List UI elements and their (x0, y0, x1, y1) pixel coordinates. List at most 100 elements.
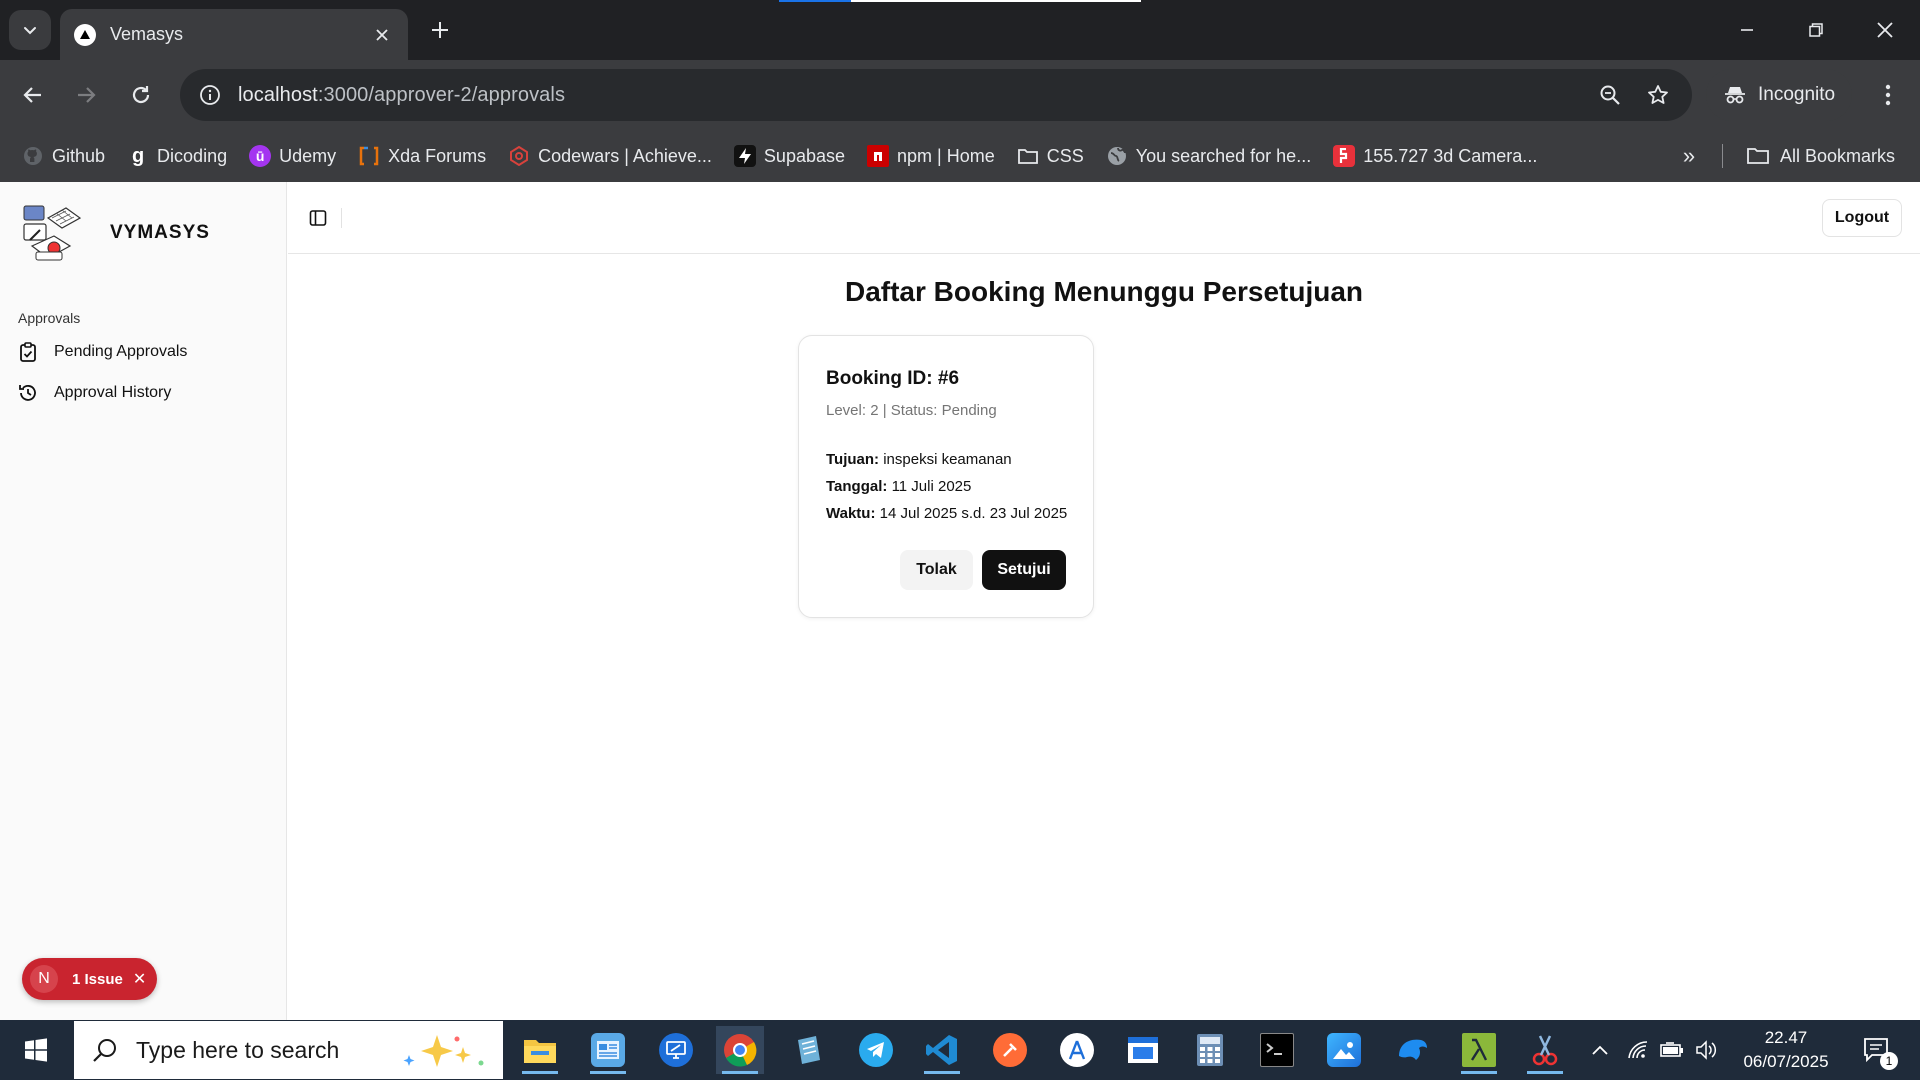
show-hidden-icons-button[interactable] (1588, 1020, 1612, 1080)
taskbar-chrome[interactable] (716, 1026, 764, 1074)
booking-id: Booking ID: #6 (826, 368, 960, 389)
close-icon[interactable]: ✕ (133, 969, 146, 989)
github-icon (22, 145, 44, 167)
taskbar-clock[interactable]: 22.47 06/07/2025 (1736, 1026, 1836, 1074)
tab-close-icon[interactable] (370, 23, 394, 47)
incognito-indicator[interactable]: Incognito (1706, 69, 1852, 121)
sidebar-item-pending-approvals[interactable]: Pending Approvals (8, 334, 278, 370)
approve-button[interactable]: Setujui (982, 550, 1066, 590)
loading-progress-bar (779, 0, 1141, 2)
active-indicator (590, 1071, 626, 1074)
file-explorer-icon (523, 1033, 557, 1067)
restore-button[interactable] (1794, 12, 1838, 48)
taskbar-lambda-app[interactable] (1455, 1026, 1503, 1074)
taskbar-remote-desktop[interactable] (652, 1026, 700, 1074)
nextjs-issue-badge[interactable]: N 1 Issue ✕ (22, 958, 157, 1000)
windows-taskbar: Type here to search 22.47 06/07/2025 1 (0, 1020, 1920, 1080)
speaker-icon (1696, 1040, 1717, 1060)
bookmark-codewars[interactable]: Codewars | Achieve... (500, 138, 720, 174)
tab-search-button[interactable] (9, 10, 51, 50)
logout-button[interactable]: Logout (1822, 199, 1902, 237)
volume-control[interactable] (1692, 1020, 1720, 1080)
bookmark-npm[interactable]: npm | Home (859, 138, 1003, 174)
bookmark-label: Xda Forums (388, 145, 487, 166)
more-bookmarks-chevron-icon[interactable]: » (1674, 138, 1704, 174)
taskbar-terminal[interactable] (1253, 1026, 1301, 1074)
dolphin-icon (1395, 1033, 1429, 1067)
taskbar-file-explorer[interactable] (516, 1026, 564, 1074)
photos-icon (1327, 1033, 1361, 1067)
chevron-up-icon (1592, 1045, 1608, 1055)
taskbar-calculator[interactable] (1186, 1026, 1234, 1074)
date-label: Tanggal: (826, 478, 888, 495)
address-bar[interactable]: localhost:3000/approver-2/approvals (180, 69, 1692, 121)
sidebar-toggle-button[interactable] (304, 204, 332, 232)
bookmark-github[interactable]: Github (14, 138, 113, 174)
clock-time: 22.47 (1764, 1028, 1808, 1047)
taskbar-photos[interactable] (1320, 1026, 1368, 1074)
taskbar-postman[interactable] (986, 1026, 1034, 1074)
taskbar-search-box[interactable]: Type here to search (74, 1021, 503, 1079)
all-bookmarks-button[interactable]: All Bookmarks (1746, 138, 1895, 174)
zoom-icon[interactable] (1590, 75, 1630, 115)
site-info-icon[interactable] (194, 79, 226, 111)
bookmark-star-icon[interactable] (1638, 75, 1678, 115)
bookmark-label: You searched for he... (1135, 145, 1312, 166)
minimize-button[interactable] (1725, 12, 1769, 48)
taskbar-vscode[interactable] (918, 1026, 966, 1074)
taskbar-notepad[interactable] (784, 1026, 832, 1074)
taskbar-mysql-workbench[interactable] (1388, 1026, 1436, 1074)
battery-status[interactable] (1658, 1020, 1686, 1080)
incognito-icon (1725, 87, 1745, 104)
app-topbar: Logout (288, 182, 1920, 254)
calculator-icon (1193, 1033, 1227, 1067)
tab-vemasys[interactable]: Vemasys (60, 9, 408, 60)
windows-logo-icon (25, 1038, 47, 1062)
new-tab-button[interactable] (425, 15, 455, 45)
scissors-icon (1528, 1033, 1562, 1067)
booking-meta: Level: 2 | Status: Pending (826, 402, 997, 419)
brand-name: VYMASYS (110, 222, 210, 243)
taskbar-snipping-tool[interactable] (1521, 1026, 1569, 1074)
clipboard-check-icon (18, 342, 38, 362)
taskbar-dev-app[interactable] (1053, 1026, 1101, 1074)
npm-icon (867, 145, 889, 167)
close-window-button[interactable] (1863, 12, 1907, 48)
sidebar-item-approval-history[interactable]: Approval History (8, 375, 278, 411)
reject-button[interactable]: Tolak (900, 550, 973, 590)
bookmark-3d-camera[interactable]: 155.727 3d Camera... (1325, 138, 1545, 174)
time-label: Waktu: (826, 505, 876, 522)
taskbar-control-panel[interactable] (584, 1026, 632, 1074)
brand[interactable]: VYMASYS (18, 200, 210, 266)
history-icon (18, 383, 38, 403)
bookmark-supabase[interactable]: Supabase (726, 138, 853, 174)
taskbar-telegram[interactable] (852, 1026, 900, 1074)
vscode-icon (925, 1033, 959, 1067)
url-path: :3000/approver-2/approvals (317, 83, 566, 106)
forward-button[interactable] (66, 75, 106, 115)
browser-tabstrip: Vemasys (0, 0, 1920, 60)
bookmark-label: npm | Home (897, 145, 995, 166)
browser-menu-button[interactable] (1870, 75, 1906, 115)
arrow-right-icon (78, 87, 96, 103)
topbar-divider (341, 208, 342, 228)
taskbar-window-app[interactable] (1119, 1026, 1167, 1074)
reload-button[interactable] (121, 75, 161, 115)
back-button[interactable] (13, 75, 53, 115)
start-button[interactable] (0, 1020, 72, 1080)
notification-center-button[interactable]: 1 (1858, 1032, 1898, 1070)
bookmark-label: Github (52, 145, 106, 166)
issue-count-label[interactable]: 1 Issue (72, 971, 123, 988)
booking-time: Waktu: 14 Jul 2025 s.d. 23 Jul 2025 (826, 505, 1067, 522)
bookmark-dicoding[interactable]: g Dicoding (119, 138, 235, 174)
clock-date: 06/07/2025 (1743, 1052, 1829, 1071)
bookmark-search-result[interactable]: You searched for he... (1098, 138, 1319, 174)
battery-icon (1660, 1042, 1683, 1057)
wifi-status[interactable] (1624, 1020, 1652, 1080)
vercel-favicon-icon (74, 23, 96, 46)
bookmark-udemy[interactable]: ū Udemy (241, 138, 344, 174)
bookmark-folder-css[interactable]: CSS (1009, 138, 1092, 174)
bookmark-xda[interactable]: Xda Forums (350, 138, 494, 174)
bookmark-label: Codewars | Achieve... (538, 145, 712, 166)
url-text[interactable]: localhost:3000/approver-2/approvals (238, 84, 1590, 107)
